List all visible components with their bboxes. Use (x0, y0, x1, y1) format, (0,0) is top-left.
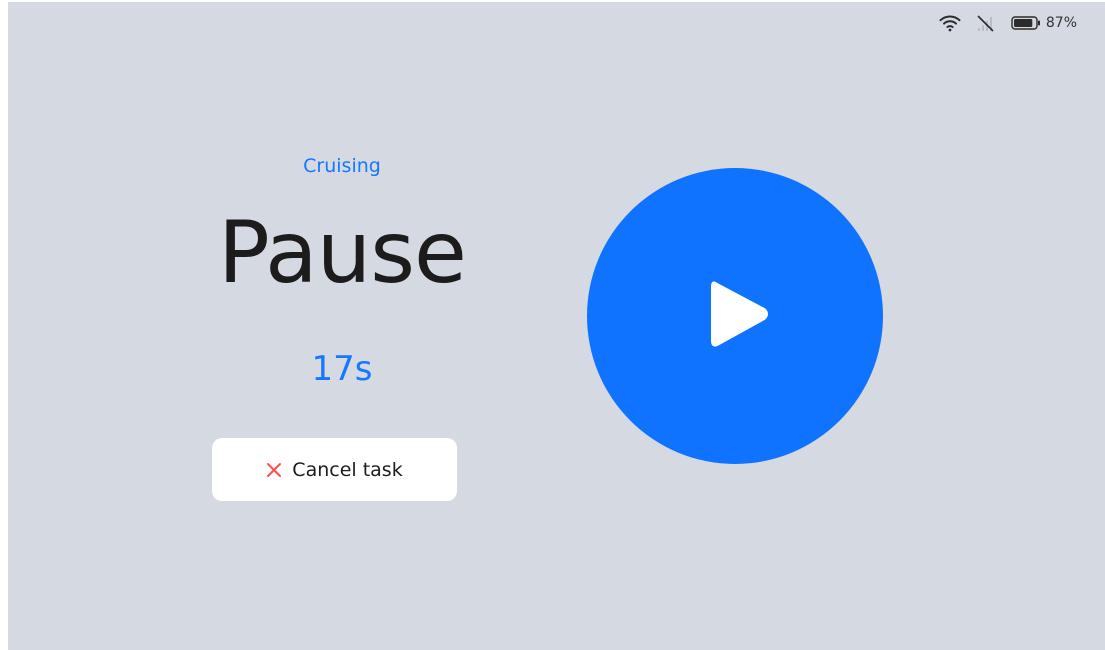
play-button[interactable] (587, 168, 883, 464)
battery-percent: 87% (1045, 15, 1077, 31)
close-icon (266, 462, 282, 478)
cancel-task-label: Cancel task (292, 458, 403, 481)
status-bar: 87% (939, 12, 1077, 34)
no-signal-icon (975, 13, 997, 33)
state-title: Pause (218, 203, 467, 303)
battery-icon (1011, 16, 1041, 30)
app-screen: 87% Cruising Pause 17s Cancel task (8, 2, 1105, 650)
battery-status: 87% (1011, 15, 1077, 31)
wifi-icon (939, 14, 961, 32)
mode-label: Cruising (303, 155, 381, 177)
battery-fill (1013, 19, 1033, 27)
cancel-task-button[interactable]: Cancel task (212, 438, 457, 501)
countdown-timer: 17s (311, 349, 373, 389)
play-icon (701, 280, 769, 352)
